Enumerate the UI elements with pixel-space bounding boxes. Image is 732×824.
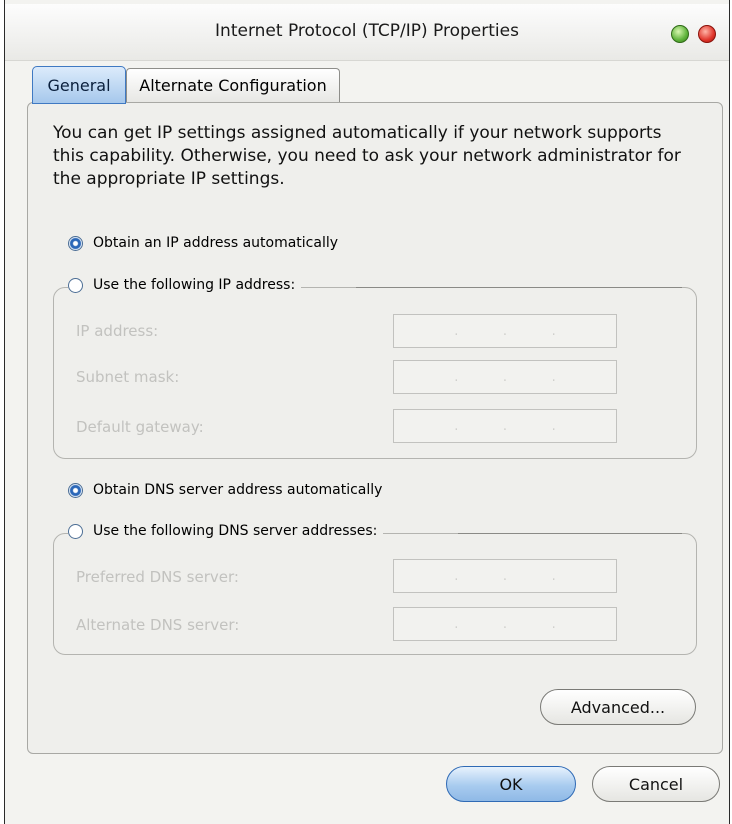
use-following-dns-label: Use the following DNS server addresses: (93, 523, 378, 539)
preferred-dns-field: ... (393, 559, 617, 593)
description-text: You can get IP settings assigned automat… (53, 123, 681, 189)
radio-button-checked[interactable] (68, 482, 83, 498)
alternate-dns-label: Alternate DNS server: (76, 616, 240, 634)
default-gateway-label: Default gateway: (76, 418, 204, 436)
use-following-ip-label: Use the following IP address: (93, 277, 296, 293)
group-divider (458, 533, 682, 534)
subnet-mask-label: Subnet mask: (76, 368, 180, 386)
obtain-dns-auto-option[interactable]: Obtain DNS server address automatically (68, 482, 382, 498)
subnet-mask-field: ... (393, 360, 617, 394)
group-divider (356, 287, 682, 288)
title-bar[interactable]: Internet Protocol (TCP/IP) Properties (5, 4, 729, 61)
obtain-ip-auto-label: Obtain an IP address automatically (93, 235, 339, 251)
use-following-ip-option[interactable]: Use the following IP address: (68, 277, 302, 293)
default-gateway-field: ... (393, 409, 617, 443)
ip-address-label: IP address: (76, 322, 159, 340)
window-title: Internet Protocol (TCP/IP) Properties (215, 21, 519, 41)
ok-button[interactable]: OK (446, 766, 576, 802)
tab-alternate-configuration[interactable]: Alternate Configuration (126, 68, 340, 102)
alternate-dns-field: ... (393, 607, 617, 641)
radio-button-unchecked[interactable] (68, 523, 83, 539)
radio-button-unchecked[interactable] (68, 277, 83, 293)
use-following-dns-option[interactable]: Use the following DNS server addresses: (68, 523, 384, 539)
radio-button-checked[interactable] (68, 235, 83, 251)
tab-general[interactable]: General (32, 66, 126, 104)
obtain-ip-auto-option[interactable]: Obtain an IP address automatically (68, 235, 338, 251)
cancel-button[interactable]: Cancel (592, 766, 720, 802)
ip-address-field: ... (393, 314, 617, 348)
advanced-button[interactable]: Advanced... (540, 689, 696, 725)
obtain-dns-auto-label: Obtain DNS server address automatically (93, 482, 383, 498)
preferred-dns-label: Preferred DNS server: (76, 568, 239, 586)
minimize-icon[interactable] (671, 25, 689, 43)
close-icon[interactable] (698, 25, 716, 43)
